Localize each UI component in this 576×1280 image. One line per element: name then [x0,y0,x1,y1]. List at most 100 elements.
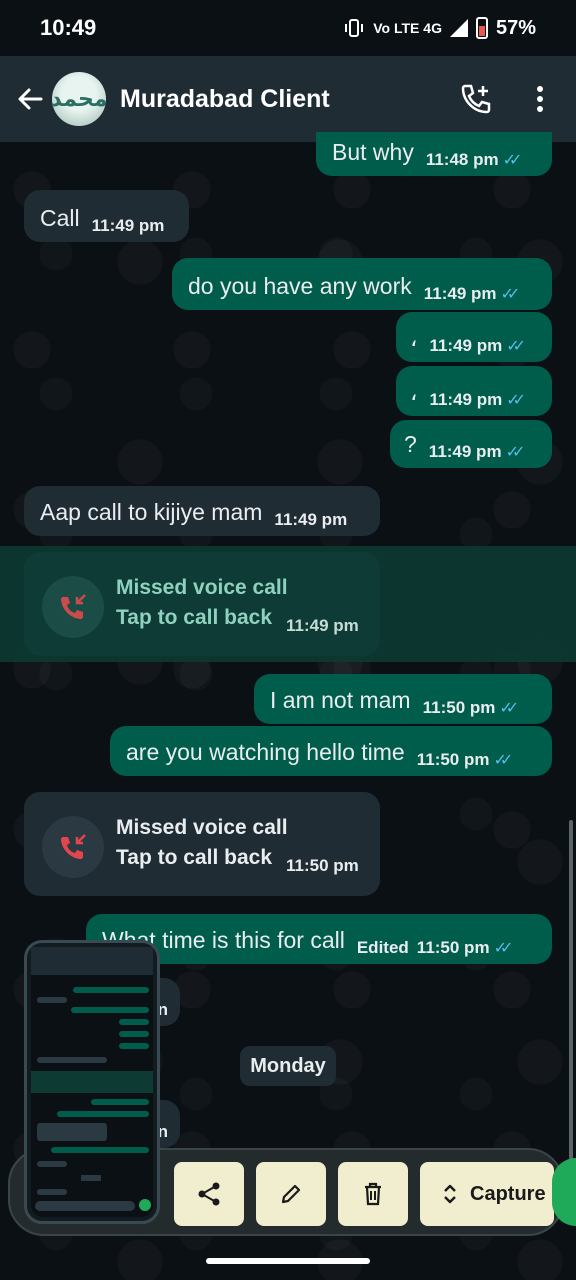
edit-button[interactable] [256,1162,326,1226]
read-ticks-icon: ✓✓ [500,286,521,303]
message-text: ? [404,431,417,457]
message-bubble[interactable]: Call 11:49 pm [24,190,189,242]
time-value: 11:50 pm [416,750,490,769]
capture-more-button[interactable]: Capture [420,1162,554,1226]
message-time: 11:49 pm [91,216,165,235]
status-icons: Vo LTE 4G 57% [343,17,536,40]
thumbnail-chip [81,1175,101,1181]
add-call-button[interactable] [452,75,500,123]
missed-call-card[interactable]: Missed voice call Tap to call back 11:49… [24,552,380,656]
missed-call-icon-wrap [42,816,104,878]
edit-pencil-icon [281,1184,301,1204]
missed-call-icon-wrap [42,576,104,638]
time-value: 11:49 pm [429,390,503,409]
delete-icon [365,1182,381,1206]
message-text: ، [410,325,418,351]
thumbnail-line [119,1019,149,1025]
time-value: 11:49 pm [423,284,497,303]
gesture-nav-bar[interactable] [206,1258,370,1264]
message-text: ، [410,379,418,405]
missed-call-icon [61,594,86,619]
thumbnail-line [119,1043,149,1049]
read-ticks-icon: ✓✓ [502,152,523,169]
read-ticks-icon: ✓✓ [493,940,514,957]
thumbnail-line [37,1189,67,1195]
time-value: 11:50 pm [422,698,496,717]
message-time: 11:49 pm ✓✓ [429,390,534,416]
message-bubble[interactable]: Aap call to kijiye mam 11:49 pm [24,486,380,536]
thumbnail-line [31,1071,153,1093]
time-value: 11:49 pm [428,442,502,461]
call-subtitle: Tap to call back [116,846,272,869]
thumbnail-line [119,1031,149,1037]
edited-label: Edited [356,938,409,957]
date-chip: Monday [240,1046,336,1086]
thumbnail-header [31,947,153,975]
time-value: 11:48 pm [425,150,499,169]
status-bar: 10:49 Vo LTE 4G 57% [0,0,576,56]
message-time: 11:48 pm ✓✓ [426,150,531,176]
add-call-icon [461,84,491,114]
capture-label: Capture [470,1182,546,1205]
thumbnail-line [71,1007,149,1013]
send-fab-edge[interactable] [552,1158,576,1226]
message-bubble[interactable]: are you watching hello time 11:50 pm ✓✓ [110,726,552,776]
battery-percent: 57% [495,16,536,39]
read-ticks-icon: ✓✓ [505,444,526,461]
call-title: Missed voice call [116,576,288,599]
missed-call-icon [61,834,86,859]
message-text: But why [332,139,414,165]
delete-button[interactable] [338,1162,408,1226]
more-options-button[interactable] [516,75,564,123]
thumbnail-fab [139,1199,151,1211]
thumbnail-line [57,1111,149,1117]
message-text: Aap call to kijiye mam [40,499,263,525]
contact-name[interactable]: Muradabad Client [120,85,452,114]
share-button[interactable] [174,1162,244,1226]
message-bubble[interactable]: I am not mam 11:50 pm ✓✓ [254,674,552,724]
status-time: 10:49 [40,15,97,40]
time-value: 11:49 pm [429,336,503,355]
thumbnail-line [37,1161,67,1167]
message-time: 11:50 pm ✓✓ [417,750,522,776]
message-time: 11:50 pm ✓✓ [423,698,528,724]
message-time: 11:49 pm ✓✓ [429,336,534,362]
thumbnail-line [51,1147,149,1153]
avatar[interactable]: محمد [50,72,108,126]
back-arrow-icon [18,88,43,110]
message-bubble[interactable]: ، 11:49 pm ✓✓ [396,366,552,416]
read-ticks-icon: ✓✓ [506,338,526,355]
time-value: 11:50 pm [416,938,490,957]
read-ticks-icon: ✓✓ [499,700,519,717]
message-text: I am not mam [270,687,411,713]
missed-call-card[interactable]: Missed voice call Tap to call back 11:50… [24,792,380,896]
back-button[interactable] [8,77,52,121]
thumbnail-line [37,997,67,1003]
message-time: 11:49 pm [274,510,348,529]
network-label: Vo LTE 4G [373,20,442,36]
chat-header: محمد Muradabad Client [0,56,576,142]
scrollbar[interactable] [569,820,573,1160]
expand-icon [444,1184,456,1204]
thumbnail-line [37,1123,107,1141]
avatar-text: محمد [50,86,108,111]
share-icon [198,1182,220,1206]
message-text: are you watching hello time [126,739,405,765]
thumbnail-line [91,1099,149,1105]
screenshot-thumbnail[interactable] [24,940,160,1224]
thumbnail-line [73,987,149,993]
more-vert-icon [537,86,543,112]
message-bubble[interactable]: ? 11:49 pm ✓✓ [390,420,552,468]
call-title: Missed voice call [116,816,288,839]
message-text: do you have any work [188,273,412,299]
message-time: 11:49 pm ✓✓ [429,442,534,468]
message-bubble[interactable]: ، 11:49 pm ✓✓ [396,312,552,362]
vibrate-icon [345,19,364,37]
read-ticks-icon: ✓✓ [506,392,526,409]
message-bubble[interactable]: But why 11:48 pm ✓✓ [316,132,552,176]
message-bubble[interactable]: do you have any work 11:49 pm ✓✓ [172,258,552,310]
read-ticks-icon: ✓✓ [493,752,513,769]
battery-icon [475,17,488,39]
signal-icon [449,19,468,37]
thumbnail-preview [31,947,153,1217]
